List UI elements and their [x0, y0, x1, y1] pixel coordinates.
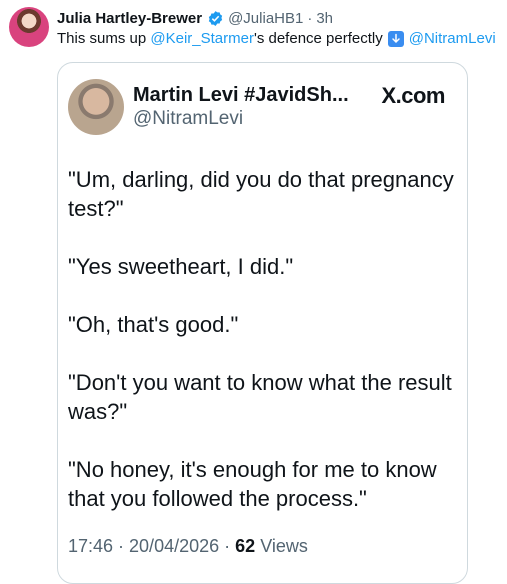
quoted-timestamp[interactable]: 17:46 · 20/04/2026 ·	[68, 536, 230, 556]
author-handle[interactable]: @JuliaHB1	[228, 10, 303, 27]
tweet-timestamp[interactable]: 3h	[316, 10, 333, 27]
mention-link-keir-starmer[interactable]: @Keir_Starmer	[150, 30, 254, 47]
quoted-text-line: "Um, darling, did you do that pregnancy …	[68, 167, 454, 221]
quoted-text-line: "No honey, it's enough for me to know th…	[68, 457, 437, 511]
down-arrow-icon	[387, 30, 404, 47]
quoted-author-handle[interactable]: @NitramLevi	[133, 108, 243, 130]
mention-link-nitramlevi[interactable]: @NitramLevi	[409, 30, 496, 47]
tweet-text: This sums up @Keir_Starmer's defence per…	[57, 30, 496, 47]
quoted-text-line: "Oh, that's good."	[68, 312, 239, 337]
quoted-author-avatar[interactable]	[68, 79, 124, 135]
tweet-text-prefix: This sums up	[57, 30, 147, 47]
tweet-text-middle: 's defence perfectly	[253, 30, 383, 47]
quoted-tweet-card[interactable]: Martin Levi #JavidSh... @NitramLevi X.co…	[57, 62, 468, 584]
quoted-text-line: "Yes sweetheart, I did."	[68, 254, 294, 279]
header-separator: ·	[307, 9, 313, 27]
x-com-logo: X.com	[381, 83, 445, 108]
views-count: 62	[235, 536, 256, 556]
quoted-text-line: "Don't you want to know what the result …	[68, 370, 452, 424]
tweet[interactable]: Julia Hartley-Brewer @JuliaHB1 · 3h This…	[0, 0, 507, 584]
author-display-name[interactable]: Julia Hartley-Brewer	[57, 10, 202, 27]
author-avatar[interactable]	[9, 7, 49, 47]
views-label: Views	[260, 536, 308, 556]
verified-badge-icon	[207, 10, 224, 27]
tweet-header: Julia Hartley-Brewer @JuliaHB1 · 3h	[57, 8, 333, 28]
quoted-author-display-name[interactable]: Martin Levi #JavidSh...	[133, 84, 349, 107]
quoted-tweet-meta: 17:46 · 20/04/2026 · 62 Views	[68, 536, 308, 557]
